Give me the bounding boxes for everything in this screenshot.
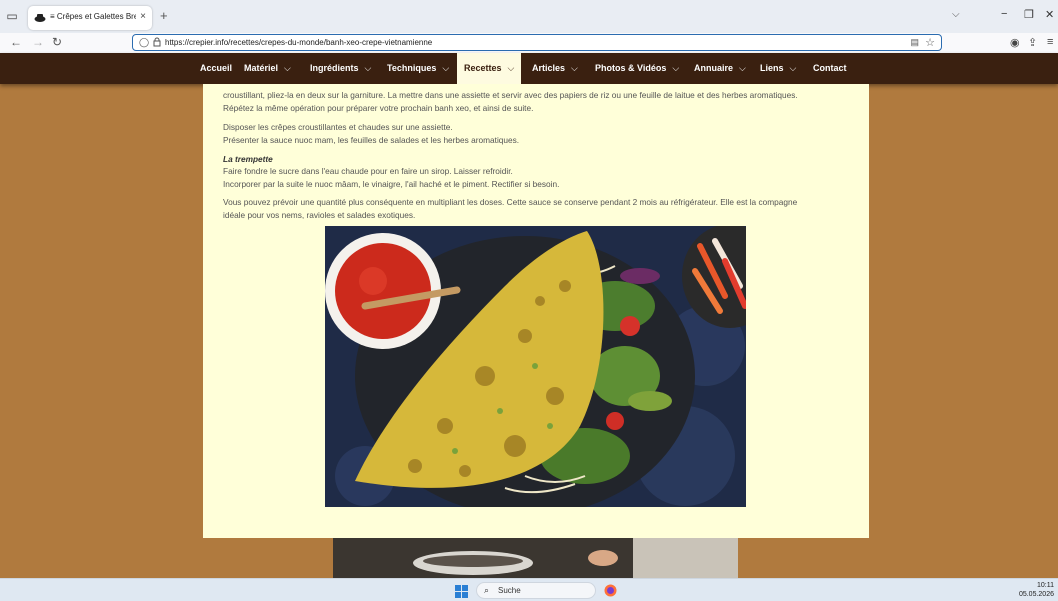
browser-tab[interactable]: ≡ Crêpes et Galettes Bretonnes × — [28, 6, 152, 30]
nav-accueil[interactable]: Accueil — [200, 53, 232, 84]
bookmark-star-icon[interactable]: ☆ — [925, 36, 935, 49]
article-content: croustillant, pliez-la en deux sur la ga… — [203, 84, 869, 538]
subheading-trempette: La trempette — [223, 154, 273, 164]
tab-close-icon[interactable]: × — [140, 11, 146, 22]
tracking-shield-icon[interactable]: ◯ — [139, 37, 149, 48]
nav-materiel[interactable]: Matériel ⌵ — [244, 53, 291, 84]
nav-liens[interactable]: Liens ⌵ — [760, 53, 796, 84]
close-window-icon[interactable]: ✕ — [1045, 8, 1054, 21]
tab-title: ≡ Crêpes et Galettes Bretonnes — [50, 12, 136, 21]
url-text[interactable]: https://crepier.info/recettes/crepes-du-… — [165, 38, 432, 47]
crepe-favicon-icon — [34, 14, 46, 22]
browser-toolbar: ← → ↻ ◯ https://crepier.info/recettes/cr… — [0, 33, 1058, 53]
reader-view-icon[interactable]: ▤ — [910, 37, 919, 48]
paragraph-line: Présenter la sauce nuoc mam, les feuille… — [223, 135, 520, 145]
paragraph-line: Incorporer par la suite le nuoc mâam, le… — [223, 179, 560, 189]
nav-articles[interactable]: Articles ⌵ — [532, 53, 578, 84]
nav-recettes[interactable]: Recettes ⌵ — [457, 53, 522, 84]
windows-taskbar: ⌕ Suche 10:11 05.05.2026 — [0, 578, 1058, 601]
forward-arrow-icon[interactable]: → — [32, 35, 44, 49]
paragraph-line: idéale pour vos nems, ravioles et salade… — [223, 210, 416, 220]
nav-annuaire[interactable]: Annuaire ⌵ — [694, 53, 746, 84]
tab-list-icon[interactable]: ▭ — [5, 9, 19, 23]
next-photo-preview — [333, 538, 738, 578]
chevron-down-icon: ⌵ — [571, 63, 578, 73]
clock-date[interactable]: 05.05.2026 — [1019, 591, 1054, 598]
lock-icon[interactable] — [153, 37, 161, 47]
chevron-down-icon: ⌵ — [789, 63, 797, 73]
account-icon[interactable]: ◉ — [1010, 36, 1020, 49]
tab-overflow-chevron-icon[interactable]: ⌵ — [952, 9, 960, 20]
chevron-down-icon: ⌵ — [739, 63, 746, 73]
minimize-icon[interactable]: − — [1001, 8, 1007, 20]
paragraph-line: Disposer les crêpes croustillantes et ch… — [223, 122, 453, 132]
browser-tab-bar: ▭ ≡ Crêpes et Galettes Bretonnes × + ⌵ −… — [0, 0, 1058, 33]
nav-contact[interactable]: Contact — [813, 53, 847, 84]
firefox-icon[interactable] — [604, 584, 617, 597]
paragraph-line: croustillant, pliez-la en deux sur la ga… — [223, 90, 798, 100]
nav-photos-videos[interactable]: Photos & Vidéos ⌵ — [595, 53, 679, 84]
paragraph-line: Faire fondre le sucre dans l'eau chaude … — [223, 166, 513, 176]
chevron-down-icon: ⌵ — [442, 63, 450, 73]
paragraph-line: Vous pouvez prévoir une quantité plus co… — [223, 197, 798, 207]
chevron-down-icon: ⌵ — [284, 63, 291, 73]
nav-ingredients[interactable]: Ingrédients ⌵ — [310, 53, 371, 84]
windows-start-icon[interactable] — [455, 585, 468, 598]
banh-xeo-photo — [325, 226, 746, 507]
new-tab-button[interactable]: + — [160, 8, 168, 23]
chevron-down-icon: ⌵ — [507, 63, 515, 73]
restore-icon[interactable]: ❐ — [1024, 8, 1034, 21]
chevron-down-icon: ⌵ — [364, 63, 372, 73]
share-icon[interactable]: ⇪ — [1028, 36, 1037, 49]
reload-icon[interactable]: ↻ — [52, 35, 62, 49]
site-navigation: Accueil Matériel ⌵ Ingrédients ⌵ Technique… — [0, 53, 1058, 84]
taskbar-search[interactable]: ⌕ Suche — [476, 582, 596, 599]
chevron-down-icon: ⌵ — [672, 63, 680, 73]
menu-icon[interactable]: ≡ — [1047, 36, 1053, 48]
nav-techniques[interactable]: Techniques ⌵ — [387, 53, 449, 84]
search-label: Suche — [498, 586, 521, 595]
back-arrow-icon[interactable]: ← — [10, 35, 22, 49]
address-bar[interactable]: ◯ https://crepier.info/recettes/crepes-d… — [132, 34, 942, 51]
clock-time[interactable]: 10:11 — [1037, 582, 1054, 589]
paragraph-line: Répétez la même opération pour préparer … — [223, 103, 534, 113]
search-icon: ⌕ — [484, 585, 490, 595]
